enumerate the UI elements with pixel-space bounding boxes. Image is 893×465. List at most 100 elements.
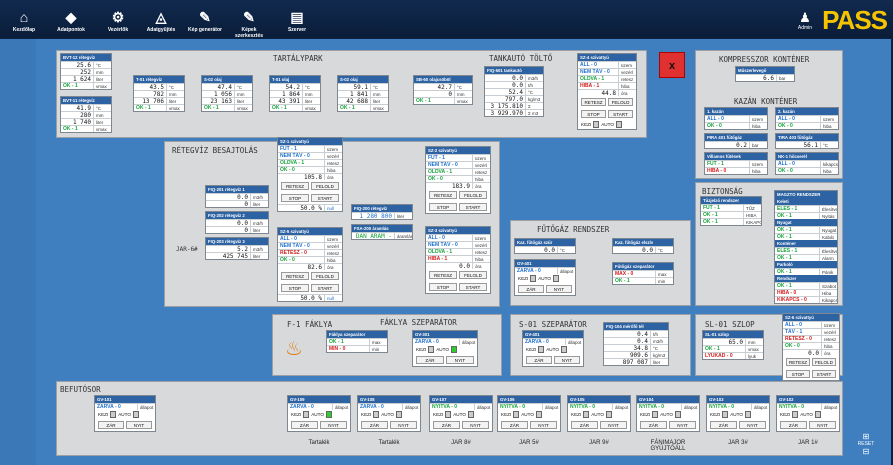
start-button[interactable]: START	[812, 370, 836, 378]
nyit-button[interactable]: NYIT	[809, 421, 836, 429]
nyit-button[interactable]: NYIT	[446, 356, 474, 364]
start-button[interactable]: START	[311, 194, 339, 202]
zár-button[interactable]: ZÁR	[416, 356, 444, 364]
nav-server[interactable]: ▤ Szerver	[275, 9, 319, 33]
kezi-toggle[interactable]	[303, 411, 310, 418]
felold-button[interactable]: FELOLD	[459, 271, 487, 279]
auto-toggle[interactable]	[560, 346, 567, 353]
kezi-toggle[interactable]	[530, 275, 537, 282]
felold-button[interactable]: FELOLD	[311, 272, 339, 280]
magzto-panel-header: MAGZTO RENDSZER	[775, 191, 837, 198]
kezi-toggle[interactable]	[538, 346, 545, 353]
nyit-button[interactable]: NYIT	[546, 285, 572, 293]
stop-button[interactable]: STOP	[281, 284, 309, 292]
kezi-toggle[interactable]	[513, 411, 520, 418]
retesz-button[interactable]: RETESZ	[429, 191, 457, 199]
kezi-toggle[interactable]	[792, 411, 799, 418]
close-button[interactable]: x	[659, 52, 685, 78]
nav-chart[interactable]: ◬ Adatgyűjtés	[139, 9, 183, 33]
nyit-button[interactable]: NYIT	[669, 421, 696, 429]
nav-edit[interactable]: ✎ Képek szerkesztés	[227, 9, 271, 39]
sz4-panel: SZ-4 szivattyú ALL - 0 üzem NEM TÁV - 0 vezé…	[577, 53, 637, 130]
stop-button[interactable]: STOP	[281, 194, 309, 202]
zár-button[interactable]: ZÁR	[291, 421, 318, 429]
auto-toggle[interactable]	[744, 411, 751, 418]
nyit-button[interactable]: NYIT	[530, 421, 557, 429]
auto-toggle[interactable]	[450, 346, 457, 353]
nyit-button[interactable]: NYIT	[739, 421, 766, 429]
auto-toggle[interactable]	[814, 411, 821, 418]
retesz-button[interactable]: RETESZ	[429, 271, 457, 279]
felold-button[interactable]: FELOLD	[608, 98, 633, 106]
auto-toggle[interactable]	[674, 411, 681, 418]
felold-button[interactable]: FELOLD	[311, 182, 339, 190]
sb60-panel: SB-60 olajcsöböl 42.7 °C 0 mm OK - 1 vmax	[413, 75, 473, 105]
kezi-toggle[interactable]	[428, 346, 435, 353]
zár-button[interactable]: ZÁR	[710, 421, 737, 429]
zár-button[interactable]: ZÁR	[518, 285, 544, 293]
nyit-button[interactable]: NYIT	[390, 421, 417, 429]
sz6-panel: SZ-6 szivattyú ALL - 0 üzem TÁV - 1 vezérl RE…	[782, 313, 840, 381]
tuzjelzo-panel-header: Tűzjelző rendszer	[701, 197, 761, 204]
start-button[interactable]: START	[459, 203, 487, 211]
zár-button[interactable]: ZÁR	[571, 421, 598, 429]
retesz-button[interactable]: RETESZ	[581, 98, 606, 106]
nyit-button[interactable]: NYIT	[554, 356, 580, 364]
zár-button[interactable]: ZÁR	[780, 421, 807, 429]
auto-toggle[interactable]	[395, 411, 402, 418]
kezi-label: KEZI	[416, 347, 427, 352]
retesz-button[interactable]: RETESZ	[786, 358, 810, 366]
nyit-button[interactable]: NYIT	[600, 421, 627, 429]
stop-button[interactable]: STOP	[429, 203, 457, 211]
zár-button[interactable]: ZÁR	[433, 421, 460, 429]
zár-button[interactable]: ZÁR	[640, 421, 667, 429]
nyit-button[interactable]: NYIT	[462, 421, 489, 429]
start-button[interactable]: START	[311, 284, 339, 292]
zár-button[interactable]: ZÁR	[526, 356, 552, 364]
zár-button[interactable]: ZÁR	[501, 421, 528, 429]
auto-toggle[interactable]	[552, 275, 559, 282]
kezi-toggle[interactable]	[583, 411, 590, 418]
nav-gears[interactable]: ⚙ Vezérlők	[96, 9, 140, 33]
kezi-toggle[interactable]	[110, 411, 117, 418]
kezi-toggle[interactable]	[373, 411, 380, 418]
kezi-toggle[interactable]	[593, 121, 600, 128]
nyit-button[interactable]: NYIT	[126, 421, 152, 429]
reset-zoom-control[interactable]: ⊞ RESET ⊟	[854, 432, 878, 456]
zár-button[interactable]: ZÁR	[361, 421, 388, 429]
stop-button[interactable]: STOP	[429, 283, 457, 291]
value-row: 782 mm	[134, 90, 184, 97]
start-button[interactable]: START	[608, 110, 633, 118]
stop-button[interactable]: STOP	[786, 370, 810, 378]
retesz-button[interactable]: RETESZ	[281, 182, 309, 190]
auto-toggle[interactable]	[325, 411, 332, 418]
button-group: ZÁR NYIT	[523, 354, 583, 366]
kezi-toggle[interactable]	[652, 411, 659, 418]
kezi-toggle[interactable]	[445, 411, 452, 418]
zoom-in-icon[interactable]: ⊞	[854, 432, 878, 441]
status-row: ALL - 0 üzem	[705, 115, 767, 122]
nav-tag[interactable]: ◆ Adatpontok	[49, 9, 93, 33]
auto-toggle[interactable]	[467, 411, 474, 418]
valve-panel-gv-105: GV-105 NYITVA - 0 állapot KEZI AUTO ZÁR NYIT	[567, 395, 631, 432]
valve-panel-gv-105-header: GV-105	[568, 396, 630, 403]
stop-button[interactable]: STOP	[581, 110, 606, 118]
start-button[interactable]: START	[459, 283, 487, 291]
retesz-button[interactable]: RETESZ	[281, 272, 309, 280]
felold-button[interactable]: FELOLD	[812, 358, 836, 366]
auto-toggle[interactable]	[535, 411, 542, 418]
valve-panel-gv-106: GV-106 NYITVA - 0 állapot KEZI AUTO ZÁR NYIT	[497, 395, 561, 432]
felold-button[interactable]: FELOLD	[459, 191, 487, 199]
nyit-button[interactable]: NYIT	[320, 421, 347, 429]
zoom-out-icon[interactable]: ⊟	[854, 447, 878, 456]
auto-toggle[interactable]	[132, 411, 139, 418]
zár-button[interactable]: ZÁR	[98, 421, 124, 429]
auto-toggle[interactable]	[605, 411, 612, 418]
value: 797.0	[504, 96, 523, 102]
nav-home[interactable]: ⌂ Kezdőlap	[2, 9, 46, 33]
auto-toggle[interactable]	[615, 121, 622, 128]
bvt12-panel-header: BVT-12 rétegvíz	[61, 54, 111, 61]
kezi-toggle[interactable]	[722, 411, 729, 418]
nav-wand[interactable]: ✎ Kép generátor	[183, 9, 227, 33]
user-menu[interactable]: ♟ Admin	[793, 10, 817, 31]
